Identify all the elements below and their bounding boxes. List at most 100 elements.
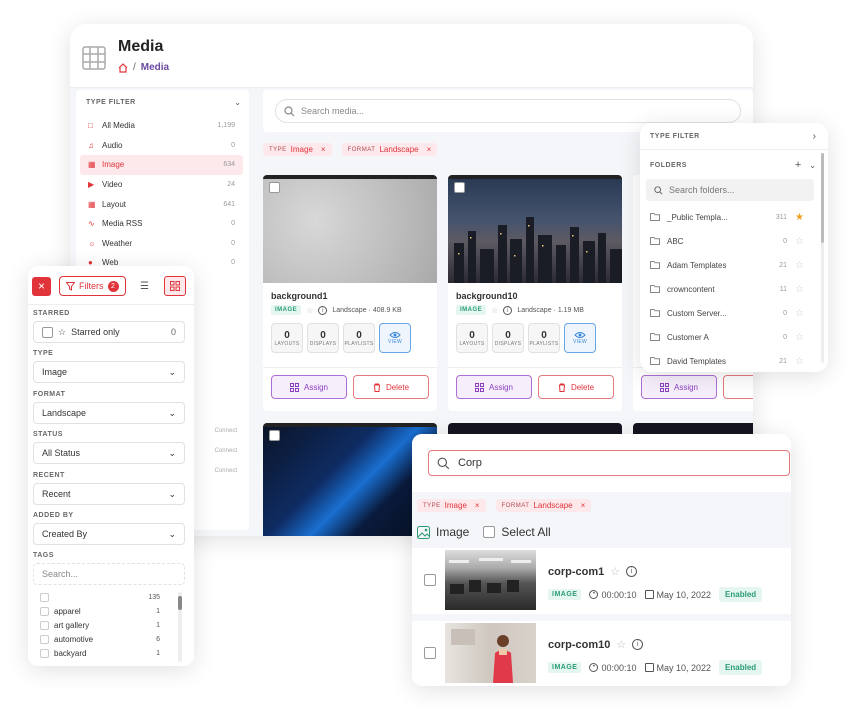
search-input[interactable]: Search media... xyxy=(301,106,364,116)
select-checkbox[interactable] xyxy=(424,647,436,659)
tag-item[interactable]: art gallery 1 xyxy=(30,618,170,632)
filter-chip[interactable]: TYPE Image × xyxy=(263,143,332,156)
chevron-right-icon[interactable]: › xyxy=(813,131,816,142)
close-icon[interactable]: × xyxy=(581,501,586,510)
chevron-down-icon[interactable]: ⌄ xyxy=(234,98,241,107)
star-icon[interactable]: ☆ xyxy=(491,306,498,315)
folder-item[interactable]: _Public Templa... 311 ★ xyxy=(640,205,814,229)
added-by-label: ADDED BY xyxy=(33,512,74,519)
assign-button[interactable]: Assign xyxy=(271,375,347,399)
select-checkbox[interactable] xyxy=(454,182,465,193)
assign-button[interactable]: Assign xyxy=(456,375,532,399)
info-icon[interactable]: i xyxy=(503,305,513,315)
tag-item[interactable]: automotive 6 xyxy=(30,632,170,646)
result-row[interactable]: corp-com1 ☆ i IMAGE • 00:00:10 May 10, 20… xyxy=(412,548,791,614)
type-item[interactable]: ▶ Video 24 xyxy=(80,175,243,195)
info-icon[interactable]: i xyxy=(318,305,328,315)
list-view-button[interactable]: ☰ xyxy=(134,276,156,296)
starred-checkbox[interactable] xyxy=(42,326,53,338)
filter-chip[interactable]: FORMAT Landscape × xyxy=(495,499,592,512)
tag-checkbox[interactable] xyxy=(40,634,49,644)
close-button[interactable]: × xyxy=(32,276,51,296)
home-icon[interactable] xyxy=(118,62,128,73)
grid-view-button[interactable] xyxy=(163,276,186,296)
recent-select[interactable]: Recent ⌄ xyxy=(33,483,185,505)
tag-checkbox[interactable] xyxy=(40,620,49,630)
delete-button[interactable] xyxy=(723,375,753,399)
tag-checkbox[interactable] xyxy=(40,648,49,658)
select-checkbox[interactable] xyxy=(269,430,280,441)
thumbnail-marble[interactable] xyxy=(263,175,437,283)
media-card[interactable]: background10 IMAGE ☆ i Landscape · 1.19 … xyxy=(448,175,622,411)
star-icon[interactable]: ★ xyxy=(795,212,804,223)
chevron-down-icon[interactable]: ⌄ xyxy=(809,161,816,170)
star-icon[interactable]: ☆ xyxy=(795,260,804,271)
tag-checkbox[interactable] xyxy=(40,606,49,616)
type-select[interactable]: Image ⌄ xyxy=(33,361,185,383)
scrollbar[interactable] xyxy=(178,592,182,662)
star-icon[interactable]: ☆ xyxy=(795,284,804,295)
info-icon[interactable]: i xyxy=(626,566,638,577)
folder-item[interactable]: Customer A 0 ☆ xyxy=(640,325,814,349)
result-name[interactable]: corp-com1 xyxy=(548,566,604,578)
scrollbar[interactable] xyxy=(821,153,824,363)
folder-item[interactable]: Custom Server... 0 ☆ xyxy=(640,301,814,325)
result-name[interactable]: corp-com10 xyxy=(548,639,610,651)
view-button[interactable]: VIEW xyxy=(564,323,596,353)
media-card[interactable]: background1 IMAGE ☆ i Landscape · 408.9 … xyxy=(263,175,437,411)
close-icon[interactable]: × xyxy=(321,145,326,154)
tag-item[interactable]: backyard 1 xyxy=(30,646,170,660)
delete-button[interactable]: Delete xyxy=(538,375,614,399)
type-item[interactable]: ☼ Weather 0 xyxy=(80,234,243,254)
select-all-checkbox[interactable] xyxy=(483,526,496,538)
star-icon[interactable]: ☆ xyxy=(795,356,804,367)
assign-button[interactable]: Assign xyxy=(641,375,717,399)
tag-checkbox[interactable] xyxy=(40,592,49,602)
view-button[interactable]: VIEW xyxy=(379,323,411,353)
filter-chip[interactable]: TYPE Image × xyxy=(417,499,486,512)
tags-search-input[interactable]: Search... xyxy=(33,563,185,585)
type-item[interactable]: ▦ Layout 641 xyxy=(80,194,243,214)
folder-item[interactable]: ABC 0 ☆ xyxy=(640,229,814,253)
star-icon[interactable]: ☆ xyxy=(795,236,804,247)
folder-icon xyxy=(650,261,660,269)
star-icon[interactable]: ☆ xyxy=(616,638,626,651)
breadcrumb-media[interactable]: Media xyxy=(141,62,169,73)
select-all-label[interactable]: Select All xyxy=(501,525,550,539)
thumbnail-presenter[interactable] xyxy=(445,623,536,683)
folder-search-input[interactable]: Search folders... xyxy=(646,179,814,201)
info-icon[interactable]: i xyxy=(632,639,644,650)
result-row[interactable]: corp-com10 ☆ i IMAGE • 00:00:10 May 10, 2… xyxy=(412,621,791,686)
thumbnail-blue-abstract[interactable] xyxy=(263,423,437,536)
type-item[interactable]: □ All Media 1,199 xyxy=(80,116,243,136)
added-by-select[interactable]: Created By ⌄ xyxy=(33,523,185,545)
select-checkbox[interactable] xyxy=(269,182,280,193)
star-icon[interactable]: ☆ xyxy=(795,332,804,343)
star-icon[interactable]: ☆ xyxy=(610,565,620,578)
delete-button[interactable]: Delete xyxy=(353,375,429,399)
select-checkbox[interactable] xyxy=(424,574,436,586)
close-icon[interactable]: × xyxy=(427,145,432,154)
add-folder-icon[interactable]: + xyxy=(795,159,801,171)
type-item[interactable]: ♫ Audio 0 xyxy=(80,136,243,156)
search-input[interactable]: Corp xyxy=(428,450,790,476)
star-icon: ☆ xyxy=(58,326,67,337)
folder-item[interactable]: Adam Templates 21 ☆ xyxy=(640,253,814,277)
close-icon[interactable]: × xyxy=(475,501,480,510)
status-select[interactable]: All Status ⌄ xyxy=(33,442,185,464)
folder-item[interactable]: crowncontent 11 ☆ xyxy=(640,277,814,301)
star-icon[interactable]: ☆ xyxy=(306,306,313,315)
chevron-down-icon: ⌄ xyxy=(168,488,176,499)
folder-item[interactable]: David Templates 21 ☆ xyxy=(640,349,814,372)
star-icon[interactable]: ☆ xyxy=(795,308,804,319)
starred-only-toggle[interactable]: ☆ Starred only 0 xyxy=(33,321,185,343)
format-select[interactable]: Landscape ⌄ xyxy=(33,402,185,424)
filter-chip[interactable]: FORMAT Landscape × xyxy=(341,143,438,156)
type-item[interactable]: ∿ Media RSS 0 xyxy=(80,214,243,234)
type-item[interactable]: ▦ Image 634 xyxy=(80,155,243,175)
thumbnail-office[interactable] xyxy=(445,550,536,610)
tag-item[interactable]: apparel 1 xyxy=(30,604,170,618)
tag-item[interactable]: 135 xyxy=(30,590,170,604)
group-label: Image xyxy=(436,525,470,539)
filters-button[interactable]: Filters 2 xyxy=(59,276,126,296)
